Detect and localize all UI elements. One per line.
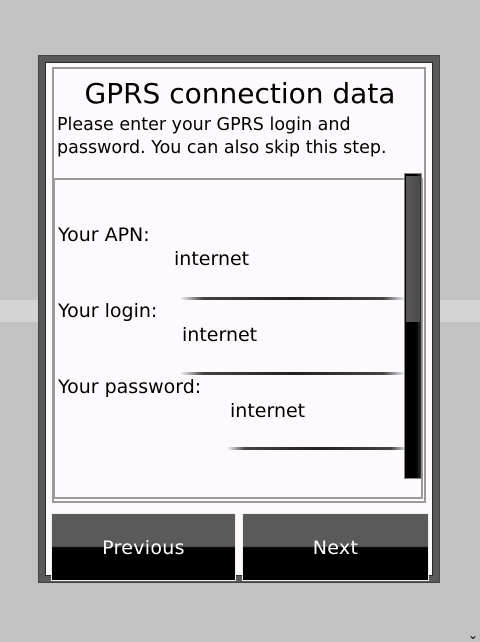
dialog-panel: GPRS connection data Please enter your G… xyxy=(45,62,433,581)
previous-button-label: Previous xyxy=(102,537,185,559)
password-underline xyxy=(227,447,409,450)
chevron-down-icon: ⌄ xyxy=(468,628,479,642)
password-label: Your password: xyxy=(58,376,202,398)
fields-list: Your APN: internet Your login: internet … xyxy=(53,178,423,499)
login-input[interactable]: internet xyxy=(182,324,257,346)
gprs-dialog: GPRS connection data Please enter your G… xyxy=(38,55,440,583)
previous-button[interactable]: Previous xyxy=(51,513,236,581)
dialog-description: Please enter your GPRS login and passwor… xyxy=(57,115,387,158)
scrollbar[interactable] xyxy=(404,173,422,479)
apn-label: Your APN: xyxy=(58,224,150,246)
next-button[interactable]: Next xyxy=(242,513,429,581)
apn-underline xyxy=(180,297,406,300)
next-button-label: Next xyxy=(312,537,359,559)
scrollbar-thumb[interactable] xyxy=(406,176,420,322)
login-label: Your login: xyxy=(58,300,158,322)
dialog-title: GPRS connection data xyxy=(84,77,396,110)
login-underline xyxy=(180,372,406,375)
apn-input[interactable]: internet xyxy=(174,248,249,270)
password-input[interactable]: internet xyxy=(230,400,305,422)
